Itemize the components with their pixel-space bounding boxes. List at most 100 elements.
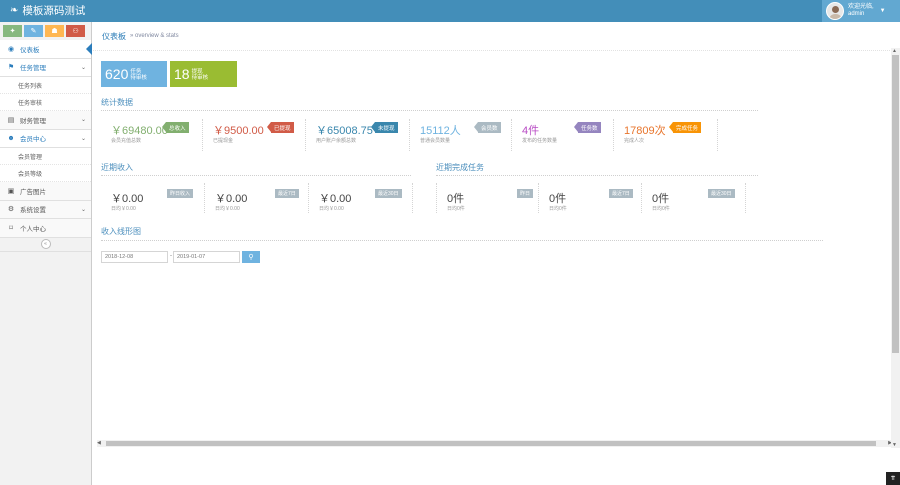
completed-7days: 0件 日均0件 最近7日 xyxy=(539,183,642,213)
chevron-down-icon: ⌄ xyxy=(80,64,86,71)
arrow-down-icon[interactable]: ▼ xyxy=(892,442,897,448)
completed-label: 日均0件 xyxy=(447,206,465,212)
stat-label: 会员充值总数 xyxy=(111,138,142,144)
horizontal-scrollbar[interactable]: ◀ ▶ xyxy=(97,440,892,447)
chevron-down-icon: ⌄ xyxy=(80,117,86,123)
completed-value: 0件 xyxy=(549,193,567,205)
stat-tasks: 4件 发布的任务数量 任务数 xyxy=(512,119,614,151)
income-label: 日均￥0.00 xyxy=(215,206,240,212)
sidebar-item-label: 广告图片 xyxy=(20,188,46,196)
sidebar-item-label: 系统设置 xyxy=(20,207,46,215)
stat-label: 用户账户余额总数 xyxy=(316,138,357,144)
stat-tag: 已提现 xyxy=(267,122,294,133)
sidebar-item-system[interactable]: ⚙ 系统设置 ⌄ xyxy=(0,200,91,219)
stat-line2: 待审核 xyxy=(191,75,209,81)
income-30days: ￥0.00 日均￥0.00 最近30日 xyxy=(309,183,413,213)
sidebar-item-members[interactable]: ☻ 会员中心 ⌄ xyxy=(0,129,91,148)
income-tag: 最近30日 xyxy=(375,189,402,198)
sidebar-item-ads[interactable]: ▣ 广告图片 xyxy=(0,182,91,201)
completed-value: 0件 xyxy=(447,193,465,205)
stat-completed: 17809次 完成人次 完成任务 xyxy=(614,119,718,151)
users-icon[interactable]: ☗ xyxy=(45,25,64,37)
income-value: ￥0.00 xyxy=(215,193,248,205)
user-name: admin xyxy=(848,11,865,17)
sidebar-item-label: 个人中心 xyxy=(20,225,46,233)
double-chevron-left-icon: « xyxy=(40,239,51,249)
divider xyxy=(436,175,758,176)
list-icon: ▤ xyxy=(7,116,15,124)
brand-title: 模板源码测试 xyxy=(22,5,86,17)
user-menu[interactable]: 欢迎光临, admin ▼ xyxy=(822,0,900,22)
stat-label: 普通会员数量 xyxy=(420,138,451,144)
sidebar-item-dashboard[interactable]: ◉ 仪表板 xyxy=(0,40,92,59)
income-value: ￥0.00 xyxy=(319,193,352,205)
stat-text: 任务 待审核 xyxy=(130,69,147,81)
top-navbar: ❧ 模板源码测试 欢迎光临, admin ▼ xyxy=(0,0,900,22)
back-to-top-button[interactable]: ⇈ xyxy=(886,472,900,485)
chart-title: 收入线形图 xyxy=(101,227,141,236)
sidebar-item-label: 财务管理 xyxy=(20,117,46,125)
gear-icon: ⚙ xyxy=(7,206,15,214)
user-icon: ☻ xyxy=(7,134,15,142)
stat-label: 发布的任务数量 xyxy=(522,138,558,144)
picture-icon: ▣ xyxy=(7,187,15,195)
search-icon: ⚲ xyxy=(248,254,254,261)
completed-label: 日均0件 xyxy=(549,206,567,212)
stat-value: ￥9500.00 xyxy=(213,125,264,137)
stats-title: 统计数据 xyxy=(101,98,133,107)
divider xyxy=(101,175,411,176)
pending-tasks-box[interactable]: 620 任务 待审核 xyxy=(101,61,167,87)
start-date-input[interactable]: 2018-12-08 xyxy=(101,251,168,263)
income-tag: 昨日收入 xyxy=(167,189,194,198)
sidebar-subitem-label: 任务审核 xyxy=(18,100,43,107)
stat-tag: 任务数 xyxy=(574,122,601,133)
scroll-thumb[interactable] xyxy=(892,55,899,353)
divider xyxy=(101,240,823,241)
stat-label: 已提现金 xyxy=(213,138,234,144)
signal-icon[interactable]: ✦ xyxy=(3,25,22,37)
sidebar-subitem-member-level[interactable]: 会员等级 xyxy=(0,165,91,182)
stat-number: 18 xyxy=(174,66,190,82)
sidebar-item-label: 仪表板 xyxy=(20,46,40,54)
stat-withdrawn: ￥9500.00 已提现金 已提现 xyxy=(203,119,306,151)
sidebar: ✦ ✎ ☗ ⚇ ◉ 仪表板 ⚑ 任务管理 ⌄ 任务列表 任务审核 ▤ 财务管理 … xyxy=(0,22,92,485)
brand[interactable]: ❧ 模板源码测试 xyxy=(10,4,85,18)
income-tag: 最近7日 xyxy=(275,189,299,198)
income-label: 日均￥0.00 xyxy=(319,206,344,212)
pending-withdrawals-box[interactable]: 18 提现 待审核 xyxy=(170,61,237,87)
sidebar-subitem-task-list[interactable]: 任务列表 xyxy=(0,77,91,94)
caret-down-icon: ▼ xyxy=(879,8,886,14)
sidebar-item-finance[interactable]: ▤ 财务管理 ⌄ xyxy=(0,111,91,130)
sidebar-item-personal[interactable]: ⌑ 个人中心 xyxy=(0,219,91,238)
stat-label: 完成人次 xyxy=(624,138,645,144)
bell-icon[interactable]: ⚇ xyxy=(66,25,85,37)
income-yesterday: ￥0.00 日均￥0.00 昨日收入 xyxy=(101,183,205,213)
stat-value: 4件 xyxy=(522,125,540,137)
vertical-scrollbar[interactable]: ▲ ▼ xyxy=(891,48,900,448)
completed-yesterday: 0件 日均0件 昨日 xyxy=(436,183,539,213)
stat-text: 提现 待审核 xyxy=(192,69,209,81)
end-date-input[interactable]: 2019-01-07 xyxy=(173,251,240,263)
scroll-thumb[interactable] xyxy=(106,441,876,446)
stat-tag: 会员数 xyxy=(474,122,501,133)
stat-value: ￥69480.00 xyxy=(111,125,168,137)
flag-icon: ⚑ xyxy=(7,64,15,72)
search-button[interactable]: ⚲ xyxy=(242,251,260,263)
sidebar-collapse-toggle[interactable]: « xyxy=(0,238,91,252)
arrow-left-icon[interactable]: ◀ xyxy=(97,440,101,446)
pencil-icon[interactable]: ✎ xyxy=(24,25,43,37)
stat-line2: 待审核 xyxy=(130,75,147,81)
sidebar-subitem-task-review[interactable]: 任务审核 xyxy=(0,94,91,111)
stat-value: 17809次 xyxy=(624,125,666,137)
sidebar-subitem-member-mgmt[interactable]: 会员管理 xyxy=(0,148,91,165)
stat-tag: 未提现 xyxy=(371,122,398,133)
arrow-up-icon[interactable]: ▲ xyxy=(892,48,897,54)
sidebar-subitem-label: 任务列表 xyxy=(18,83,43,90)
completed-label: 日均0件 xyxy=(652,206,670,212)
sidebar-item-tasks[interactable]: ⚑ 任务管理 ⌄ xyxy=(0,58,91,77)
stat-total-income: ￥69480.00 会员充值总数 总收入 xyxy=(101,119,203,151)
completed-tag: 最近7日 xyxy=(609,189,633,198)
leaf-icon: ❧ xyxy=(10,5,19,16)
completed-30days: 0件 日均0件 最近30日 xyxy=(642,183,746,213)
stat-not-withdrawn: ￥65008.75 用户账户余额总数 未提现 xyxy=(306,119,410,151)
